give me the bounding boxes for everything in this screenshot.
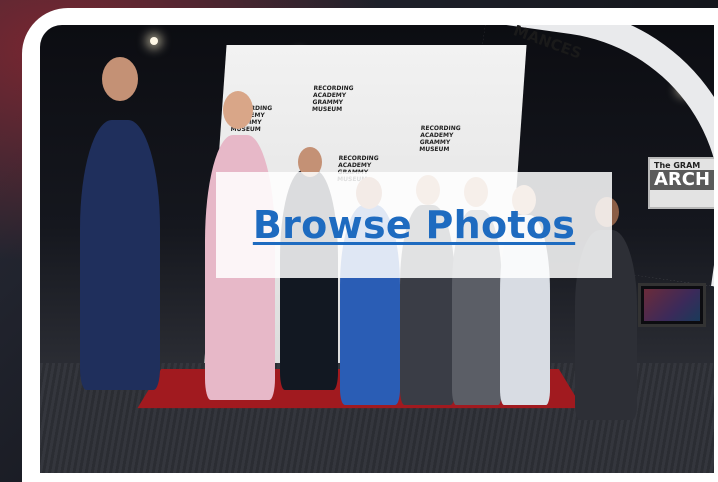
- person-head: [223, 91, 253, 129]
- browse-photos-link[interactable]: Browse Photos: [253, 203, 575, 247]
- wall-logo-text: GRAMMY MUSEUM: [418, 139, 451, 153]
- ceiling-light: [150, 37, 158, 45]
- wall-logo-text: GRAMMY MUSEUM: [311, 99, 344, 113]
- person-head: [102, 57, 138, 101]
- tv-screen: [644, 289, 700, 321]
- tv-display: [638, 283, 706, 327]
- person-figure: [80, 120, 160, 390]
- wall-logo: RECORDING ACADEMY GRAMMY MUSEUM: [312, 85, 374, 113]
- wall-logo-small-text: RECORDING ACADEMY: [312, 85, 354, 99]
- side-sign-main-text: ARCH: [650, 170, 714, 190]
- wall-logo-small-text: RECORDING ACADEMY: [337, 155, 379, 169]
- wall-logo-small-text: RECORDING ACADEMY: [419, 125, 461, 139]
- side-sign: The GRAM ARCH: [648, 157, 714, 209]
- browse-photos-overlay[interactable]: Browse Photos: [216, 172, 612, 278]
